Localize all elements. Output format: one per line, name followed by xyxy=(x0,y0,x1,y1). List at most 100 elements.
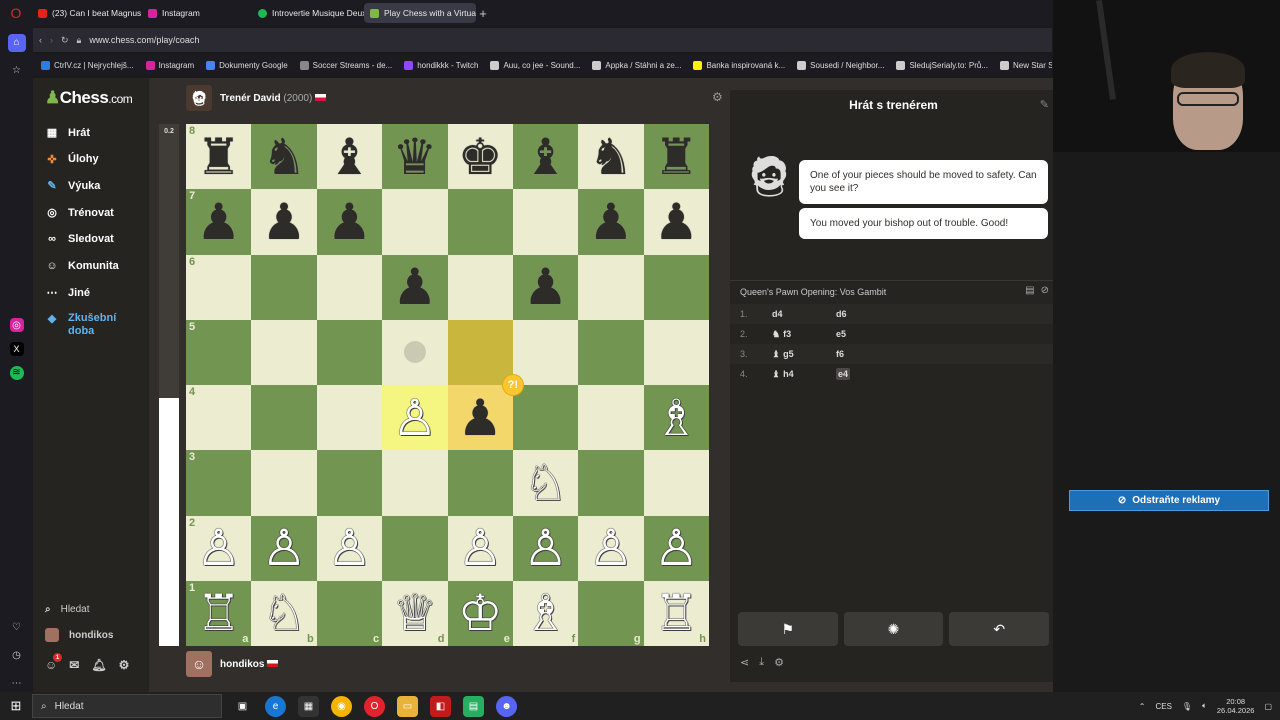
chess-piece[interactable]: ♙ xyxy=(654,523,699,573)
board-square[interactable] xyxy=(578,319,644,385)
red-app-icon[interactable]: ◧ xyxy=(430,695,451,717)
nav-item[interactable]: ▦ Hrát xyxy=(45,126,90,140)
board-square[interactable] xyxy=(316,450,383,516)
board-square[interactable]: ♟ xyxy=(643,189,709,255)
nav-item[interactable]: ⋯ Jiné xyxy=(45,286,91,300)
board-square[interactable]: ♖ h xyxy=(643,580,709,646)
chess-piece[interactable]: ♖ xyxy=(654,588,699,638)
store-icon[interactable]: ▦ xyxy=(298,695,319,717)
board-square[interactable]: ♞ xyxy=(251,124,317,190)
chess-piece[interactable]: ♝ xyxy=(327,132,372,182)
board-square[interactable] xyxy=(251,254,317,320)
board-square[interactable] xyxy=(578,450,644,516)
board-square[interactable]: ♜ 8 xyxy=(186,124,252,190)
bookmark-item[interactable]: Dokumenty Google xyxy=(206,60,293,70)
chess-piece[interactable]: ♟ xyxy=(196,197,241,247)
chess-logo[interactable]: ♟Chess.com xyxy=(45,88,133,108)
chess-piece[interactable]: ♟ xyxy=(262,197,307,247)
chess-piece[interactable]: ♘ xyxy=(262,588,307,638)
board-square[interactable] xyxy=(578,254,644,320)
board-square[interactable]: ♟ 7 xyxy=(186,189,252,255)
chess-piece[interactable]: ♞ xyxy=(262,132,307,182)
black-move[interactable]: e4 xyxy=(834,368,894,380)
chess-piece[interactable]: ♞ xyxy=(589,132,634,182)
chess-piece[interactable]: ♙ xyxy=(327,523,372,573)
x-twitter-icon[interactable]: X xyxy=(9,342,24,357)
book-icon[interactable]: ▤ xyxy=(1025,285,1034,296)
legal-move-dot[interactable] xyxy=(403,341,426,364)
mail-icon[interactable]: ✉ xyxy=(69,658,79,672)
edge-icon[interactable]: e xyxy=(265,695,286,717)
board-square[interactable] xyxy=(251,319,317,385)
clock[interactable]: 20:08 26.04.2026 xyxy=(1217,697,1255,715)
nav-search[interactable]: ⌕ Hledat xyxy=(45,604,90,615)
opera-icon[interactable]: O xyxy=(364,695,385,717)
bookmark-item[interactable]: New Star Soccer xyxy=(1000,60,1052,70)
board-square[interactable]: ♙ xyxy=(643,515,709,581)
board-square[interactable] xyxy=(512,319,579,385)
board-square[interactable]: ♗ f xyxy=(512,580,579,646)
tray-expand-icon[interactable]: ⌃ xyxy=(1139,702,1146,711)
chess-piece[interactable]: ♗ xyxy=(523,588,568,638)
forward-icon[interactable]: › xyxy=(50,35,53,45)
bookmark-item[interactable]: Instagram xyxy=(145,60,201,70)
chess-piece[interactable]: ♜ xyxy=(196,132,241,182)
chess-piece[interactable]: ♟ xyxy=(327,197,372,247)
board-square[interactable]: ♗ xyxy=(643,385,709,451)
remove-ads-button[interactable]: ⊘ Odstraňte reklamy xyxy=(1069,490,1269,511)
chess-piece[interactable]: ♟ xyxy=(654,197,699,247)
task-view-icon[interactable]: ▣ xyxy=(232,696,253,717)
board-square[interactable]: ♙ xyxy=(447,515,513,581)
board-square[interactable] xyxy=(643,319,709,385)
settings-gear-icon[interactable]: ⚙ xyxy=(119,658,130,672)
chess-piece[interactable]: ♔ xyxy=(458,588,503,638)
board-square[interactable]: ♝ xyxy=(512,124,579,190)
chess-piece[interactable]: ♛ xyxy=(392,132,437,182)
more-icon[interactable]: ⋯ xyxy=(8,674,26,692)
chess-piece[interactable]: ♝ xyxy=(523,132,568,182)
board-square[interactable]: ♟ xyxy=(251,189,317,255)
chess-piece[interactable]: ♙ xyxy=(523,523,568,573)
nav-item[interactable]: ◎ Trénovat xyxy=(45,206,114,220)
browser-tab[interactable]: (23) Can I beat Magnus C xyxy=(32,3,142,23)
board-square[interactable] xyxy=(316,319,383,385)
green-app-icon[interactable]: ▤ xyxy=(463,695,484,717)
nav-item[interactable]: ✜ Úlohy xyxy=(45,153,98,166)
board-square[interactable]: ♕ d xyxy=(382,580,448,646)
board-square[interactable] xyxy=(251,450,317,516)
bookmark-star-icon[interactable]: ☆ xyxy=(8,62,26,80)
download-icon[interactable]: ⤓ xyxy=(759,656,764,669)
share-icon[interactable]: ⋖ xyxy=(740,656,749,669)
board-square[interactable] xyxy=(578,385,644,451)
nav-item[interactable]: ∞ Sledovat xyxy=(45,233,114,245)
white-move[interactable]: ♞ f3 xyxy=(768,329,834,340)
black-move[interactable]: e5 xyxy=(834,329,894,339)
board-square[interactable]: ♖ 1 a xyxy=(186,580,252,646)
bell-icon[interactable]: 🔔︎ xyxy=(91,658,106,672)
board-square[interactable]: ♟?! xyxy=(447,374,524,451)
board-square[interactable]: ♛ xyxy=(382,124,448,190)
board-square[interactable]: ♟ xyxy=(382,254,448,320)
board-square[interactable] xyxy=(447,189,513,255)
bookmark-item[interactable]: Soccer Streams - de... xyxy=(299,60,399,70)
board-square[interactable] xyxy=(316,385,383,451)
board-square[interactable] xyxy=(316,254,383,320)
board-square[interactable]: ♟ xyxy=(316,189,383,255)
panel-settings-icon[interactable]: ⚙ xyxy=(774,656,784,669)
white-move[interactable]: d4 xyxy=(768,309,834,319)
bookmark-item[interactable]: Appka / Stáhni a ze... xyxy=(592,60,687,70)
pin-icon[interactable]: ✎ xyxy=(1040,98,1049,111)
file-explorer-icon[interactable]: ▭ xyxy=(397,695,418,717)
bookmark-item[interactable]: Sousedi / Neighbor... xyxy=(797,60,890,70)
nav-item[interactable]: ✎ Výuka xyxy=(45,179,100,193)
white-move[interactable]: ♝ h4 xyxy=(768,369,834,380)
black-move[interactable]: d6 xyxy=(834,309,894,319)
compass-icon[interactable]: ⊘ xyxy=(1041,285,1049,296)
browser-tab[interactable]: Introvertie Musique Deux xyxy=(252,3,364,23)
bookmark-item[interactable]: CtrlV.cz | Nejrychlejš... xyxy=(41,60,140,70)
board-square[interactable] xyxy=(643,450,709,516)
browser-tab-active[interactable]: Play Chess with a Virtual C xyxy=(364,3,476,23)
home-icon[interactable]: ⌂ xyxy=(7,34,26,52)
chess-piece[interactable]: ♟ xyxy=(589,197,634,247)
board-square[interactable]: 6 xyxy=(186,254,252,320)
